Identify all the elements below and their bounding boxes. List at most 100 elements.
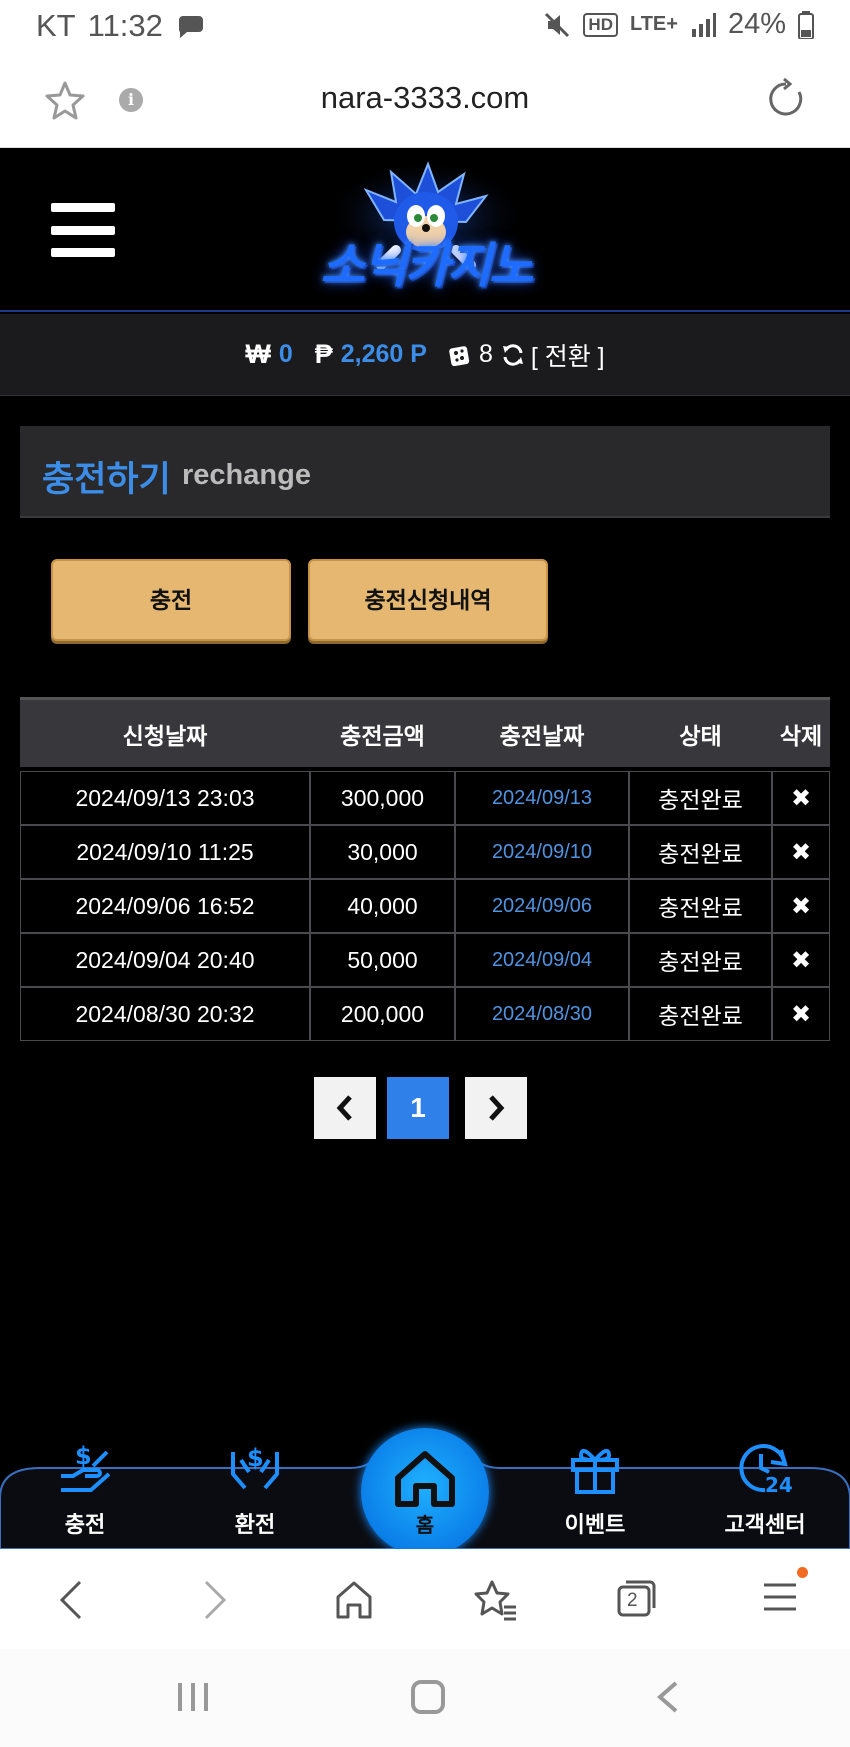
table-row: 2024/09/10 11:25 30,000 2024/09/10 충전완료 … bbox=[20, 825, 830, 879]
svg-text:$: $ bbox=[75, 1442, 92, 1470]
header-request-date: 신청날짜 bbox=[20, 697, 310, 767]
forward-arrow-icon[interactable] bbox=[200, 1579, 230, 1621]
header-amount: 충전금액 bbox=[310, 697, 455, 767]
close-icon[interactable]: ✖ bbox=[791, 947, 811, 974]
back-arrow-icon[interactable] bbox=[56, 1579, 86, 1621]
menu-bar-icon bbox=[51, 203, 115, 212]
amount-cell: 40,000 bbox=[310, 879, 455, 933]
amount-cell: 50,000 bbox=[310, 933, 455, 987]
charge-date-cell: 2024/09/13 bbox=[455, 771, 629, 825]
carrier-label: KT bbox=[36, 8, 76, 43]
status-cell: 충전완료 bbox=[629, 933, 772, 987]
delete-button[interactable]: ✖ bbox=[772, 933, 830, 987]
tabs-button[interactable]: 2 bbox=[616, 1577, 658, 1619]
amount-cell: 30,000 bbox=[310, 825, 455, 879]
charge-button[interactable]: 충전 bbox=[51, 559, 291, 641]
page-button-1[interactable]: 1 bbox=[387, 1077, 449, 1139]
battery-icon bbox=[798, 10, 814, 39]
menu-bar-icon bbox=[51, 248, 115, 257]
dice-icon bbox=[449, 345, 470, 366]
svg-text:24: 24 bbox=[765, 1473, 793, 1494]
chevron-right-icon bbox=[489, 1095, 505, 1121]
bottom-nav: $ 충전 $ 환전 홈 이벤트 24 고객센터 bbox=[0, 1428, 850, 1556]
page-title-box: 충전하기 rechange bbox=[20, 426, 830, 518]
point-value: 2,260 P bbox=[340, 340, 427, 368]
notification-dot bbox=[797, 1567, 808, 1578]
charge-history-button[interactable]: 충전신청내역 bbox=[308, 559, 548, 641]
amount-cell: 200,000 bbox=[310, 987, 455, 1041]
logo-text: 소닉카지노 bbox=[320, 238, 534, 294]
menu-button[interactable] bbox=[51, 203, 115, 257]
page-title: 충전하기 bbox=[42, 460, 171, 499]
status-cell: 충전완료 bbox=[629, 825, 772, 879]
close-icon[interactable]: ✖ bbox=[791, 785, 811, 812]
delete-button[interactable]: ✖ bbox=[772, 771, 830, 825]
table-row: 2024/09/06 16:52 40,000 2024/09/06 충전완료 … bbox=[20, 879, 830, 933]
cash-value: 0 bbox=[278, 340, 293, 368]
clock: 11:32 bbox=[87, 8, 163, 43]
charge-date-cell: 2024/09/10 bbox=[455, 825, 629, 879]
header-status: 상태 bbox=[629, 697, 772, 767]
system-home-icon[interactable] bbox=[410, 1679, 446, 1715]
nav-home-button[interactable]: 홈 bbox=[361, 1428, 489, 1556]
nav-event[interactable]: 이벤트 bbox=[530, 1442, 660, 1539]
delete-button[interactable]: ✖ bbox=[772, 987, 830, 1041]
withdraw-hands-icon: $ bbox=[231, 1444, 279, 1490]
amount-cell: 300,000 bbox=[310, 771, 455, 825]
nav-event-label: 이벤트 bbox=[564, 1512, 626, 1537]
page-subtitle: rechange bbox=[182, 459, 311, 491]
browser-menu-icon[interactable] bbox=[762, 1579, 798, 1615]
nav-deposit-label: 충전 bbox=[64, 1512, 106, 1537]
hd-icon: HD bbox=[583, 12, 618, 37]
charge-date-cell: 2024/08/30 bbox=[455, 987, 629, 1041]
refresh-icon bbox=[502, 343, 523, 366]
browser-home-icon[interactable] bbox=[334, 1579, 374, 1621]
table-row: 2024/09/13 23:03 300,000 2024/09/13 충전완료… bbox=[20, 771, 830, 825]
reload-icon[interactable] bbox=[766, 78, 806, 120]
url-text[interactable]: nara-3333.com bbox=[0, 80, 850, 116]
url-bar: i nara-3333.com bbox=[0, 52, 850, 148]
bookmarks-icon[interactable] bbox=[474, 1579, 518, 1621]
system-back-icon[interactable] bbox=[654, 1679, 680, 1715]
recent-apps-icon[interactable] bbox=[176, 1679, 210, 1715]
next-page-button[interactable] bbox=[465, 1077, 527, 1139]
swap-button[interactable]: [ 전환 ] bbox=[501, 337, 605, 373]
swap-label: [ 전환 ] bbox=[530, 342, 605, 371]
point-balance: ₱ 2,260 P bbox=[315, 339, 427, 370]
nav-withdraw-label: 환전 bbox=[234, 1512, 276, 1537]
charge-date-cell: 2024/09/04 bbox=[455, 933, 629, 987]
nav-withdraw[interactable]: $ 환전 bbox=[190, 1442, 320, 1539]
status-bar: KT 11:32 HD LTE+ 24% bbox=[0, 0, 850, 52]
nav-support[interactable]: 24 고객센터 bbox=[700, 1442, 830, 1539]
browser-toolbar: 2 bbox=[0, 1549, 850, 1649]
header-delete: 삭제 bbox=[772, 697, 830, 767]
charge-date-cell: 2024/09/06 bbox=[455, 879, 629, 933]
nav-home-label: 홈 bbox=[415, 1515, 435, 1537]
chat-icon bbox=[178, 16, 203, 38]
close-icon[interactable]: ✖ bbox=[791, 893, 811, 920]
site-logo[interactable]: 소닉카지노 bbox=[296, 160, 556, 310]
chevron-left-icon bbox=[336, 1095, 352, 1121]
system-nav-bar bbox=[0, 1649, 850, 1747]
status-right: HD LTE+ 24% bbox=[543, 8, 814, 41]
svg-text:$: $ bbox=[247, 1444, 264, 1472]
delete-button[interactable]: ✖ bbox=[772, 879, 830, 933]
status-cell: 충전완료 bbox=[629, 987, 772, 1041]
deposit-hand-icon: $ bbox=[61, 1442, 111, 1492]
battery-percent: 24% bbox=[727, 8, 786, 40]
home-icon bbox=[395, 1451, 455, 1507]
point-symbol: ₱ bbox=[314, 339, 333, 369]
table-row: 2024/08/30 20:32 200,000 2024/08/30 충전완료… bbox=[20, 987, 830, 1041]
header-charge-date: 충전날짜 bbox=[455, 697, 629, 767]
close-icon[interactable]: ✖ bbox=[791, 839, 811, 866]
close-icon[interactable]: ✖ bbox=[791, 1001, 811, 1028]
signal-icon bbox=[691, 12, 716, 37]
menu-bar-icon bbox=[51, 225, 115, 235]
delete-button[interactable]: ✖ bbox=[772, 825, 830, 879]
nav-deposit[interactable]: $ 충전 bbox=[20, 1442, 150, 1539]
prev-page-button[interactable] bbox=[314, 1077, 376, 1139]
table-header-row: 신청날짜 충전금액 충전날짜 상태 삭제 bbox=[20, 697, 830, 767]
request-date-cell: 2024/09/10 11:25 bbox=[20, 825, 310, 879]
table-row: 2024/09/04 20:40 50,000 2024/09/04 충전완료 … bbox=[20, 933, 830, 987]
tabs-count: 2 bbox=[627, 1590, 638, 1611]
